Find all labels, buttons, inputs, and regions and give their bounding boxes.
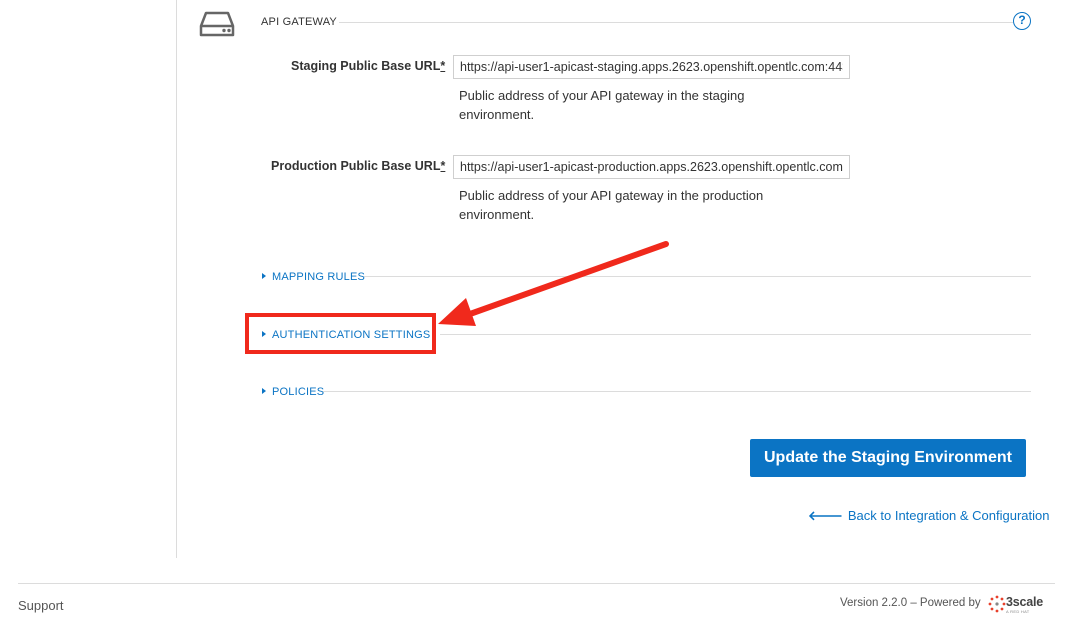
production-url-label-text: Production Public Base URL bbox=[271, 159, 441, 173]
staging-url-hint: Public address of your API gateway in th… bbox=[459, 88, 745, 122]
required-asterisk: * bbox=[440, 59, 446, 73]
policies-divider bbox=[323, 391, 1031, 392]
policies-toggle[interactable]: POLICIES bbox=[262, 386, 324, 398]
back-link-label: Back to Integration & Configuration bbox=[847, 508, 1050, 523]
annotation-arrow-icon bbox=[438, 241, 669, 326]
mapping-rules-label: MAPPING RULES bbox=[272, 271, 366, 283]
3scale-logo-text: 3scale bbox=[1006, 595, 1044, 609]
content-left-border bbox=[176, 0, 177, 558]
logo-subtext: A RED HAT bbox=[1006, 609, 1030, 614]
annotation-highlight-box bbox=[245, 313, 436, 354]
update-staging-button[interactable]: Update the Staging Environment bbox=[750, 439, 1026, 477]
support-link[interactable]: Support bbox=[18, 598, 64, 613]
section-divider bbox=[339, 22, 1013, 23]
caret-right-icon bbox=[262, 388, 266, 394]
version-text: Version 2.2.0 – Powered by bbox=[840, 597, 981, 609]
section-title: API GATEWAY bbox=[261, 16, 337, 28]
staging-url-label-text: Staging Public Base URL bbox=[291, 59, 441, 73]
staging-url-label: Staging Public Base URL* bbox=[291, 59, 445, 73]
question-circle-icon[interactable]: ? bbox=[1013, 12, 1031, 30]
back-to-integration-link[interactable]: 🡐 Back to Integration & Configuration bbox=[808, 508, 1050, 524]
production-url-hint: Public address of your API gateway in th… bbox=[459, 188, 764, 222]
required-asterisk: * bbox=[440, 159, 446, 173]
arrow-left-icon: 🡐 bbox=[808, 508, 843, 523]
production-url-label: Production Public Base URL* bbox=[271, 159, 445, 173]
caret-right-icon bbox=[262, 273, 266, 279]
staging-url-input[interactable] bbox=[453, 55, 850, 79]
footer-divider bbox=[18, 583, 1055, 584]
policies-label: POLICIES bbox=[272, 386, 325, 398]
hard-drive-icon bbox=[199, 11, 235, 37]
mapping-rules-toggle[interactable]: MAPPING RULES bbox=[262, 271, 365, 283]
production-url-input[interactable] bbox=[453, 155, 850, 179]
3scale-logo-icon bbox=[988, 595, 1006, 613]
